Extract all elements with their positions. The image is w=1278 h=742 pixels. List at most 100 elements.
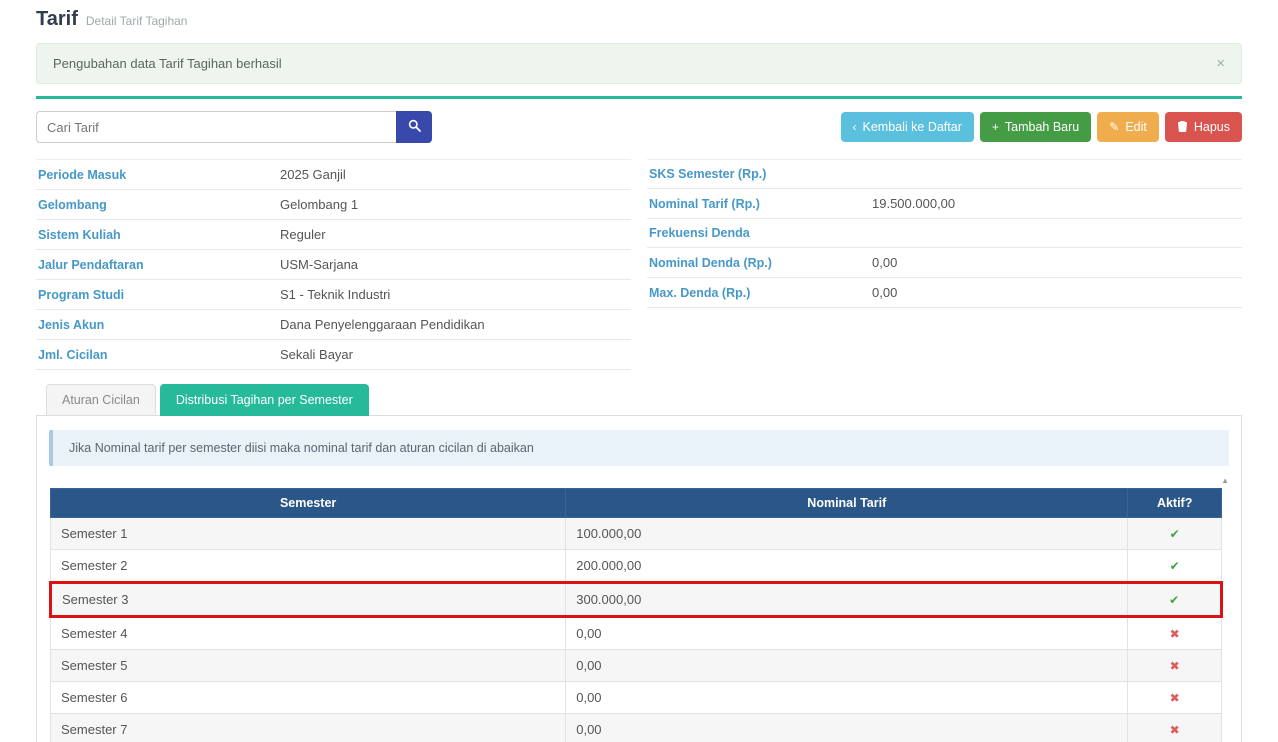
table-row: Semester 1100.000,00 ✔ [51,518,1222,550]
field-value: USM-Sarjana [280,257,358,272]
tab-panel: Jika Nominal tarif per semester diisi ma… [36,415,1242,742]
field-value: S1 - Teknik Industri [280,287,390,302]
column-header: Nominal Tarif [566,489,1128,518]
page-title: Tarif [36,8,78,30]
nominal-cell: 0,00 [566,650,1128,682]
aktif-cell: ✔ [1128,518,1222,550]
field-value: 2025 Ganjil [280,167,346,182]
chevron-left-icon: ‹ [853,121,857,133]
semester-table-wrap: ▲ SemesterNominal TarifAktif? Semester 1… [49,476,1229,742]
table-row: Semester 50,00✖ [51,650,1222,682]
semester-cell: Semester 3 [51,583,566,617]
delete-button[interactable]: Hapus [1165,112,1242,142]
field-value: Gelombang 1 [280,197,358,212]
table-row: Semester 70,00 ✖ [51,714,1222,742]
semester-cell: Semester 7 [51,714,566,742]
search-input[interactable] [36,111,396,143]
search-group [36,111,432,143]
field-label: Nominal Denda (Rp.) [649,256,872,270]
cross-icon: ✖ [1170,691,1180,705]
field-row: Program StudiS1 - Teknik Industri [36,280,631,310]
field-row: Nominal Tarif (Rp.)19.500.000,00 [647,189,1242,219]
aktif-cell: ✔ [1128,550,1222,583]
back-to-list-button[interactable]: ‹ Kembali ke Daftar [841,112,974,142]
field-value: 0,00 [872,255,897,270]
field-label: Gelombang [38,198,280,212]
table-row: Semester 40,00 ✖ [51,617,1222,650]
tabs: Aturan CicilanDistribusi Tagihan per Sem… [46,384,1242,416]
field-row: Max. Denda (Rp.)0,00 [647,278,1242,308]
page-subtitle: Detail Tarif Tagihan [86,14,188,28]
cross-icon: ✖ [1170,723,1180,737]
semester-cell: Semester 2 [51,550,566,583]
tab-distribusi-tagihan-per-semester[interactable]: Distribusi Tagihan per Semester [160,384,369,416]
semester-cell: Semester 1 [51,518,566,550]
field-row: Sistem KuliahReguler [36,220,631,250]
tab-aturan-cicilan[interactable]: Aturan Cicilan [46,384,156,416]
cross-icon: ✖ [1170,659,1180,673]
info-note: Jika Nominal tarif per semester diisi ma… [49,430,1229,466]
back-button-label: Kembali ke Daftar [863,120,962,134]
column-header: Semester [51,489,566,518]
pencil-icon: ✎ [1109,121,1119,133]
field-label: Frekuensi Denda [649,226,872,240]
column-header: Aktif? [1128,489,1222,518]
nominal-cell: 0,00 [566,617,1128,650]
aktif-cell: ✖ [1128,682,1222,714]
success-alert: Pengubahan data Tarif Tagihan berhasil × [36,43,1242,84]
nominal-cell: 0,00 [566,682,1128,714]
field-label: SKS Semester (Rp.) [649,167,872,181]
field-value: Reguler [280,227,326,242]
detail-section: Periode Masuk2025 GanjilGelombangGelomba… [36,159,1242,370]
field-label: Jalur Pendaftaran [38,258,280,272]
semester-cell: Semester 6 [51,682,566,714]
cross-icon: ✖ [1170,627,1180,641]
check-icon: ✔ [1170,527,1180,541]
field-value: Sekali Bayar [280,347,353,362]
field-label: Program Studi [38,288,280,302]
aktif-cell: ✔ [1128,583,1222,617]
edit-button[interactable]: ✎ Edit [1097,112,1159,142]
field-row: Nominal Denda (Rp.)0,00 [647,248,1242,278]
scroll-up-icon[interactable]: ▲ [1221,476,1229,486]
field-label: Jenis Akun [38,318,280,332]
table-row: Semester 3300.000,00✔ [51,583,1222,617]
accent-divider [36,96,1242,99]
nominal-cell: 0,00 [566,714,1128,742]
add-button-label: Tambah Baru [1005,120,1079,134]
semester-table-head-row: SemesterNominal TarifAktif? [51,489,1222,518]
field-row: SKS Semester (Rp.) [647,159,1242,189]
aktif-cell: ✖ [1128,617,1222,650]
field-value: 0,00 [872,285,897,300]
table-row: Semester 2200.000,00 ✔ [51,550,1222,583]
toolbar: ‹ Kembali ke Daftar + Tambah Baru ✎ Edit… [36,111,1242,143]
field-label: Jml. Cicilan [38,348,280,362]
field-row: Frekuensi Denda [647,219,1242,248]
field-row: Periode Masuk2025 Ganjil [36,159,631,190]
plus-icon: + [992,121,999,133]
semester-cell: Semester 4 [51,617,566,650]
field-row: GelombangGelombang 1 [36,190,631,220]
add-new-button[interactable]: + Tambah Baru [980,112,1091,142]
semester-table: SemesterNominal TarifAktif? Semester 110… [49,488,1223,742]
field-label: Nominal Tarif (Rp.) [649,197,872,211]
details-right: SKS Semester (Rp.) Nominal Tarif (Rp.)19.… [647,159,1242,370]
semester-table-body: Semester 1100.000,00✔Semester 2200.000,0… [51,518,1222,742]
field-value: Dana Penyelenggaraan Pendidikan [280,317,485,332]
aktif-cell: ✖ [1128,714,1222,742]
search-button[interactable] [396,111,432,143]
edit-button-label: Edit [1125,120,1147,134]
field-row: Jalur PendaftaranUSM-Sarjana [36,250,631,280]
nominal-cell: 100.000,00 [566,518,1128,550]
delete-button-label: Hapus [1194,120,1230,134]
field-label: Max. Denda (Rp.) [649,286,872,300]
page: Tarif Detail Tarif Tagihan Pengubahan dat… [0,0,1278,742]
table-row: Semester 60,00 ✖ [51,682,1222,714]
aktif-cell: ✖ [1128,650,1222,682]
field-row: Jml. CicilanSekali Bayar [36,340,631,370]
nominal-cell: 200.000,00 [566,550,1128,583]
close-icon[interactable]: × [1216,56,1225,71]
field-value: 19.500.000,00 [872,196,955,211]
field-row: Jenis AkunDana Penyelenggaraan Pendidika… [36,310,631,340]
check-icon: ✔ [1170,559,1180,573]
